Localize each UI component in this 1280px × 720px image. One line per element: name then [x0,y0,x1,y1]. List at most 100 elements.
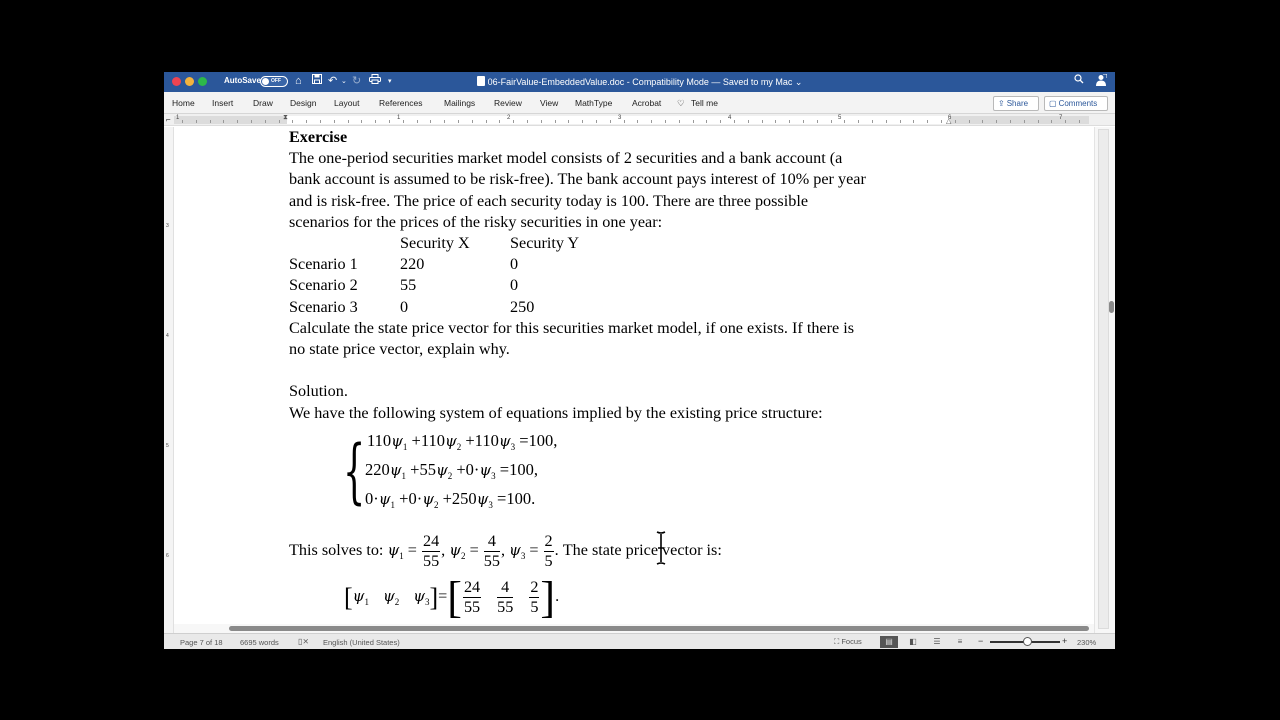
ruler-tick [954,120,956,123]
ruler-tick [1051,120,1053,123]
zoom-out-button[interactable]: − [978,636,983,646]
language[interactable]: English (United States) [323,638,400,647]
coef: +110 [411,430,445,450]
text-cursor-icon [656,531,666,565]
coef: 110 [367,430,392,450]
ruler-tick [830,120,832,123]
page-count[interactable]: Page 7 of 18 [180,638,223,647]
psi-symbol: ψ [509,540,521,559]
print-layout-view-button[interactable]: ▤ [880,636,898,648]
share-person-icon[interactable] [1095,73,1108,90]
psi-symbol: ψ [378,489,391,508]
status-bar: Page 7 of 18 6695 words ▯⨯ English (Unit… [164,633,1115,649]
numerator: 24 [421,531,441,552]
tab-view[interactable]: View [540,98,558,108]
coef: +250 [442,488,477,508]
tab-references[interactable]: References [379,98,422,108]
comments-button[interactable]: ▢ Comments [1044,96,1108,111]
equation-2: 220ψ1 +55ψ2 +0·ψ3 =100, [365,459,538,481]
zoom-in-button[interactable]: + [1062,636,1067,646]
indent-marker-icon[interactable]: ⧗ [283,114,288,122]
right-bracket: ] [429,582,439,612]
ruler-right-margin [950,116,1089,124]
outline-view-button[interactable]: ☰ [928,636,946,648]
rhs: =100, [499,459,538,479]
ruler-tick [182,120,183,123]
ruler-number: 2 [507,115,511,121]
document-page[interactable]: Exercise The one-period securities marke… [289,127,969,624]
zoom-slider[interactable] [990,637,1060,646]
draft-view-button[interactable]: ≡ [951,636,969,648]
zoom-slider-knob[interactable] [1022,637,1032,646]
ruler-tick [734,120,735,123]
solves-suffix: . The state price vector is: [554,540,722,559]
coef: 0· [365,488,379,508]
rhs: =100, [519,430,558,450]
ruler-tick [1010,120,1011,123]
table-cell: Scenario 1 [289,255,358,274]
vertical-scroll-thumb[interactable] [1109,301,1114,313]
coef: +0· [399,488,423,508]
vruler-number: 3 [166,223,169,229]
document-area[interactable]: Exercise The one-period securities marke… [174,127,1094,627]
tab-mailings[interactable]: Mailings [444,98,475,108]
ruler-tick [430,120,432,123]
ruler-tick [375,120,377,123]
share-button[interactable]: ⇪ Share [993,96,1039,111]
ruler-tick [471,120,473,123]
ruler-tick [678,120,680,123]
tell-me-icon[interactable]: ♡ [677,98,685,109]
table-cell: 220 [400,255,425,274]
tab-acrobat[interactable]: Acrobat [632,98,661,108]
psi-symbol: ψ [422,489,434,508]
tab-home[interactable]: Home [172,98,195,108]
focus-button[interactable]: ⛶ Focus [834,637,862,647]
scrollbar-track [1098,129,1109,629]
document-title[interactable]: 06-FairValue-EmbeddedValue.doc - Compati… [164,76,1115,88]
tab-insert[interactable]: Insert [212,98,233,108]
focus-icon: ⛶ [834,637,840,646]
ruler-tick [568,120,570,123]
horizontal-scroll-thumb[interactable] [229,626,1089,631]
word-count[interactable]: 6695 words [240,638,279,647]
ruler-number: 7 [1059,115,1063,121]
table-header: Security X [400,234,470,253]
table-cell: 0 [510,255,519,274]
ruler-tick [996,120,998,123]
ruler-tick [1037,120,1039,123]
solution-label: Solution. [289,382,348,401]
tab-selector-icon[interactable]: ⌐ [166,115,171,124]
ruler-number: 3 [618,115,622,121]
ruler-number: 1 [176,115,180,121]
numerator: 4 [483,532,500,552]
ruler-tick [361,120,363,123]
ruler-tick [637,120,639,123]
title-bar: AutoSave OFF ⌂ ↶ ⌄ ↻ ▾ 06-FairValue-Embe… [164,72,1115,92]
question-line: Calculate the state price vector for thi… [289,318,855,337]
focus-label: Focus [841,637,862,646]
proofing-icon[interactable]: ▯⨯ [298,637,309,646]
search-icon[interactable] [1074,74,1084,88]
tab-layout[interactable]: Layout [334,98,360,108]
share-icon: ⇪ [998,99,1005,108]
ruler-tick [927,120,929,123]
share-label: Share [1006,99,1029,108]
tab-tell-me[interactable]: Tell me [691,98,718,108]
web-layout-view-button[interactable]: ◧ [904,636,922,648]
zoom-level[interactable]: 230% [1077,638,1096,647]
tab-review[interactable]: Review [494,98,522,108]
solution-intro: We have the following system of equation… [289,403,823,422]
vruler-number: 4 [166,333,169,339]
horizontal-ruler[interactable]: ⌐ 1 1 2 3 4 5 6 7 ⧗ △ [164,114,1115,126]
table-header: Security Y [510,234,580,253]
tab-draw[interactable]: Draw [253,98,273,108]
vertical-scrollbar[interactable] [1094,127,1115,635]
psi-symbol: ψ [435,460,448,479]
tab-mathtype[interactable]: MathType [575,98,612,108]
right-indent-marker-icon[interactable]: △ [946,117,951,125]
ruler-tick [623,120,625,123]
denominator: 5 [530,597,539,616]
tab-design[interactable]: Design [290,98,316,108]
equation-system: { 110ψ1 +110ψ2 +110ψ3 =100, 220ψ1 +55ψ2 … [289,428,969,520]
